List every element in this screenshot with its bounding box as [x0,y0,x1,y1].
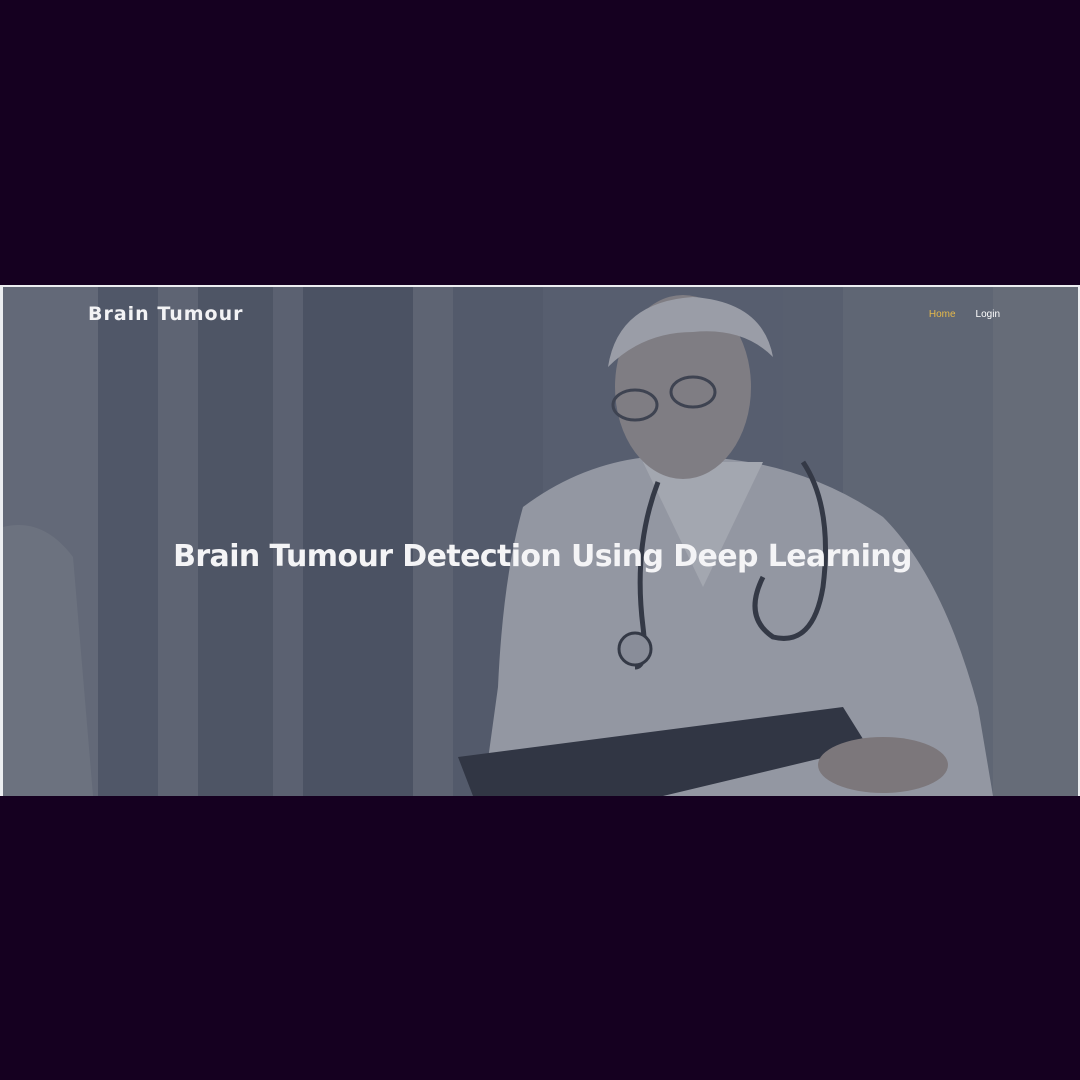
hero-headline: Brain Tumour Detection Using Deep Learni… [173,539,912,574]
navbar: Brain Tumour Home Login [3,287,1078,347]
nav-links: Home Login [929,309,1000,320]
nav-link-home[interactable]: Home [929,309,956,320]
hero-section: Brain Tumour Home Login Brain Tumour Det… [3,287,1078,796]
website-screenshot: Brain Tumour Home Login Brain Tumour Det… [0,285,1080,796]
page-backdrop: Brain Tumour Home Login Brain Tumour Det… [0,0,1080,1080]
nav-link-login[interactable]: Login [976,309,1000,320]
brand-logo-text[interactable]: Brain Tumour [88,303,243,325]
